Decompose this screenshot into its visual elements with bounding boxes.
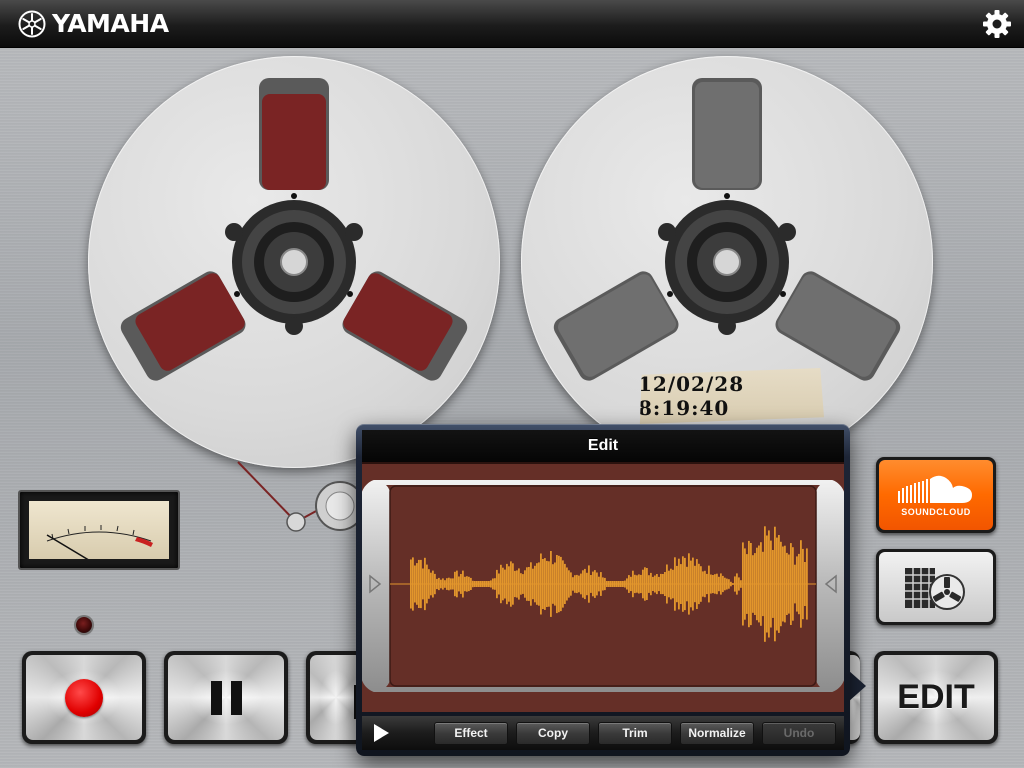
edit-button-face: EDIT <box>878 655 994 740</box>
top-bar: YAMAHA <box>0 0 1024 48</box>
settings-button[interactable] <box>982 9 1012 39</box>
edit-popover: Edit Effect Copy Trim Normalize Undo <box>356 424 850 756</box>
pause-button-face <box>168 655 284 740</box>
record-button[interactable] <box>22 651 146 744</box>
left-reel-graphic <box>120 78 468 381</box>
stop-button-face <box>310 655 365 740</box>
soundcloud-label: SOUNDCLOUD <box>901 507 971 517</box>
vu-scale <box>46 525 153 559</box>
timestamp-label: 12/02/28 8:19:40 <box>638 368 824 424</box>
brand-name: YAMAHA <box>52 9 169 38</box>
normalize-button[interactable]: Normalize <box>680 721 754 745</box>
effect-button[interactable]: Effect <box>434 721 508 745</box>
trim-button[interactable]: Trim <box>598 721 672 745</box>
play-icon <box>374 724 389 742</box>
waveform-graphic <box>361 479 845 693</box>
pause-button[interactable] <box>164 651 288 744</box>
edit-toolbar: Effect Copy Trim Normalize Undo <box>362 716 844 750</box>
record-led-indicator <box>76 617 92 633</box>
edit-button[interactable]: EDIT <box>874 651 998 744</box>
tape-library-button[interactable] <box>876 549 996 625</box>
tape-library-icon <box>905 568 965 610</box>
waveform-area[interactable] <box>361 462 845 712</box>
tape-library-button-face <box>879 552 993 622</box>
recording-timestamp: 12/02/28 8:19:40 <box>638 372 745 420</box>
play-button[interactable] <box>368 720 394 746</box>
popover-title: Edit <box>362 430 844 462</box>
record-dot-icon <box>65 678 103 717</box>
pause-icon <box>210 680 242 715</box>
soundcloud-cloud-icon <box>898 475 972 503</box>
left-reel[interactable] <box>88 56 500 468</box>
brand: YAMAHA <box>18 9 169 38</box>
gear-icon <box>983 10 1011 38</box>
waveform-frame <box>361 479 845 693</box>
undo-button: Undo <box>762 721 836 745</box>
popover-arrow <box>848 670 866 702</box>
yamaha-logo-icon <box>18 10 46 37</box>
copy-button[interactable]: Copy <box>516 721 590 745</box>
soundcloud-button[interactable]: SOUNDCLOUD <box>876 457 996 533</box>
vu-meter <box>18 490 180 570</box>
vu-meter-face <box>29 501 169 559</box>
soundcloud-button-face: SOUNDCLOUD <box>879 460 993 530</box>
record-button-face <box>26 655 142 740</box>
edit-button-label: EDIT <box>897 678 975 716</box>
